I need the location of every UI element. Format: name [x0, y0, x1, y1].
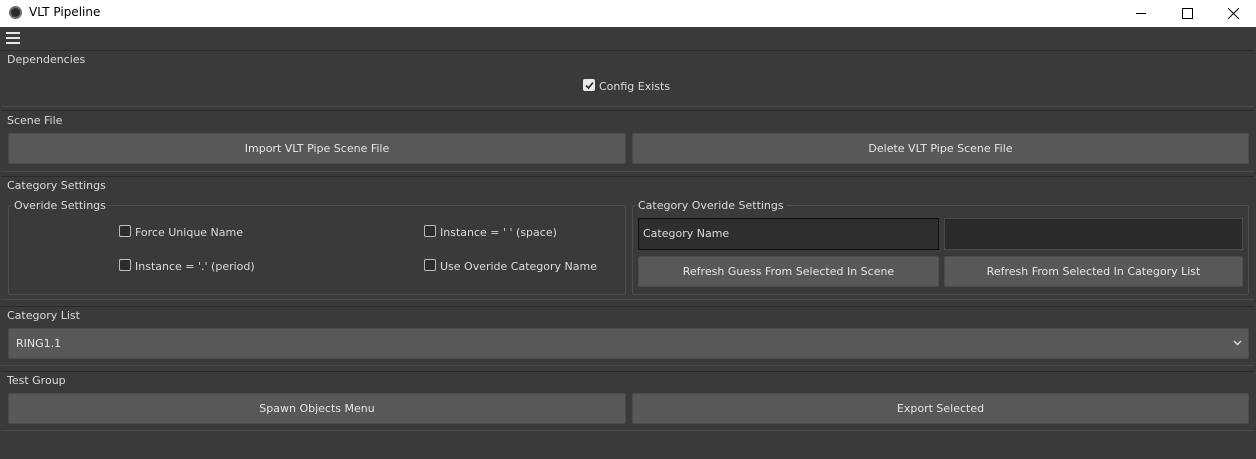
checkmark-icon: [585, 81, 594, 90]
export-selected-button[interactable]: Export Selected: [632, 393, 1249, 424]
category-override-settings-label: Category Overide Settings: [636, 199, 786, 212]
hamburger-menu-icon[interactable]: [6, 32, 20, 44]
category-settings-label: Category Settings: [7, 179, 106, 192]
dependencies-label: Dependencies: [7, 53, 86, 66]
category-list-label: Category List: [7, 309, 80, 322]
refresh-guess-from-scene-button[interactable]: Refresh Guess From Selected In Scene: [638, 256, 939, 287]
override-settings-label: Overide Settings: [12, 199, 108, 212]
category-name-field[interactable]: Category Name: [638, 218, 939, 250]
config-exists-checkbox[interactable]: [583, 79, 595, 91]
maximize-icon: [1182, 8, 1193, 19]
use-override-category-name-label: Use Overide Category Name: [440, 260, 598, 273]
delete-scene-file-button[interactable]: Delete VLT Pipe Scene File: [632, 133, 1249, 164]
category-list-selected-value: RING1.1: [16, 337, 62, 350]
maximize-button[interactable]: [1165, 0, 1211, 27]
instance-period-label: Instance = '.' (period): [135, 260, 255, 273]
import-scene-file-button[interactable]: Import VLT Pipe Scene File: [8, 133, 626, 164]
instance-period-checkbox[interactable]: [119, 259, 131, 271]
spawn-objects-menu-button[interactable]: Spawn Objects Menu: [8, 393, 626, 424]
refresh-from-category-list-button[interactable]: Refresh From Selected In Category List: [944, 256, 1243, 287]
override-category-name-field[interactable]: [944, 218, 1243, 250]
chevron-down-icon: [1233, 340, 1242, 346]
force-unique-name-checkbox[interactable]: [119, 225, 131, 237]
test-group-label: Test Group: [7, 374, 66, 387]
override-settings-group: [8, 205, 626, 295]
category-list-dropdown[interactable]: RING1.1: [8, 328, 1249, 359]
close-button[interactable]: [1211, 0, 1256, 27]
instance-space-label: Instance = ' ' (space): [440, 226, 557, 239]
title-bar: VLT Pipeline: [0, 0, 1256, 27]
close-icon: [1228, 8, 1239, 19]
menu-bar: [0, 27, 1256, 49]
force-unique-name-label: Force Unique Name: [135, 226, 244, 239]
minimize-button[interactable]: [1119, 0, 1165, 27]
minimize-icon: [1136, 13, 1146, 14]
dependencies-section: [1, 50, 1254, 107]
config-exists-label: Config Exists: [599, 80, 671, 93]
cinema4d-logo-icon: [9, 6, 22, 19]
instance-space-checkbox[interactable]: [424, 225, 436, 237]
window-title: VLT Pipeline: [29, 5, 101, 19]
use-override-category-name-checkbox[interactable]: [424, 259, 436, 271]
scene-file-label: Scene File: [7, 114, 63, 127]
